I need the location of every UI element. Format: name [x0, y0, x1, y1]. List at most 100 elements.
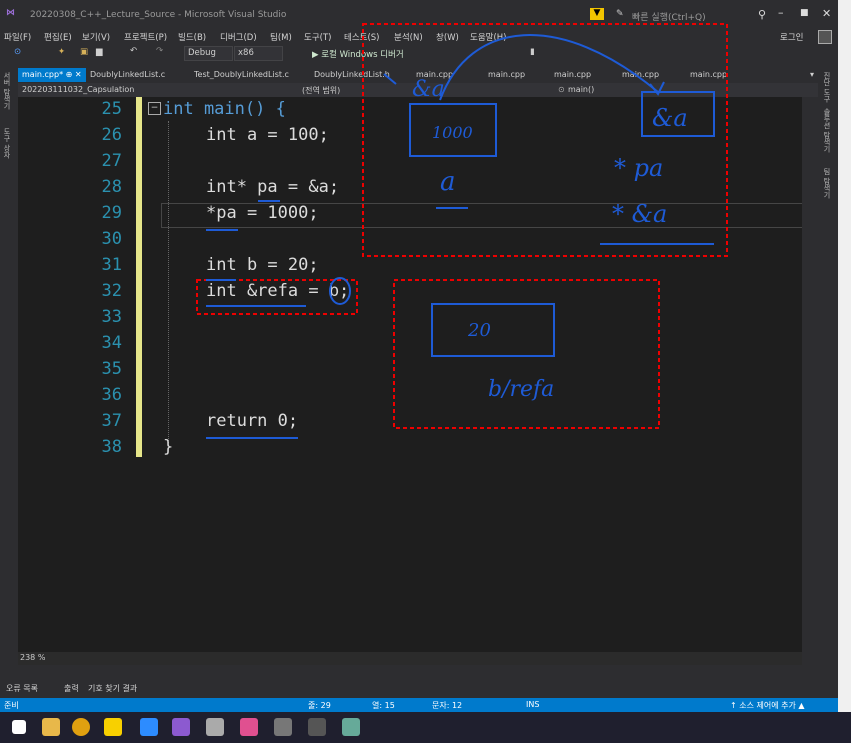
code-line: int* pa = &a; [206, 177, 340, 197]
team-explorer-tab[interactable]: 팀 탐색기 [822, 168, 832, 198]
tab-main-cpp-2[interactable]: main.cpp [416, 68, 453, 82]
kakaotalk-icon[interactable] [104, 718, 122, 736]
zoom-level[interactable]: 238 % [20, 653, 45, 662]
account-icon[interactable] [818, 30, 832, 44]
menu-analyze[interactable]: 분석(N) [394, 31, 423, 43]
bookmark-icon[interactable]: ▮ [530, 47, 535, 57]
run-debugger-button[interactable]: ▶ 로컬 Windows 디버거 [312, 48, 404, 60]
new-project-icon[interactable]: ✦ [58, 47, 65, 57]
menu-build[interactable]: 빌드(B) [178, 31, 206, 43]
close-button[interactable]: ✕ [822, 7, 831, 20]
notification-flag-icon[interactable]: ▼ [590, 8, 604, 20]
vs-logo-icon: ⋈ [6, 8, 15, 18]
search-icon[interactable]: ⚲ [758, 8, 766, 21]
windows-start-icon[interactable] [12, 720, 26, 734]
config-select[interactable]: Debug [184, 46, 233, 61]
chrome-icon[interactable] [72, 718, 90, 736]
status-column: 열: 15 [372, 701, 395, 710]
menu-window[interactable]: 창(W) [436, 31, 459, 43]
feedback-icon[interactable]: ✎ [616, 9, 624, 19]
back-icon[interactable]: ⊙ [14, 47, 21, 57]
code-line: int b = 20; [206, 255, 319, 275]
server-explorer-tab[interactable]: 서버 탐색기 [2, 72, 12, 109]
function-icon: ⊙ [558, 85, 565, 94]
status-ins: INS [526, 700, 540, 709]
calculator-icon[interactable] [274, 718, 292, 736]
menu-test[interactable]: 테스트(S) [344, 31, 380, 43]
line-number: 31 [101, 255, 122, 275]
line-number: 27 [101, 151, 122, 171]
source-control-button[interactable]: ↑ 소스 제어에 추가 ▲ [730, 700, 805, 711]
menu-tools[interactable]: 도구(T) [304, 31, 331, 43]
undo-icon[interactable]: ↶ [130, 46, 137, 56]
minimize-button[interactable]: – [778, 6, 784, 19]
toolbar: ⊙ ✦ ▣ ▆ ↶ ↷ Debug x86 ▶ 로컬 Windows 디버거 ▮ [0, 44, 838, 64]
code-line: int a = 100; [206, 125, 329, 145]
tab-doublylinkedlist-h[interactable]: DoublyLinkedList.h [314, 68, 390, 82]
line-number: 28 [101, 177, 122, 197]
app-icon[interactable] [206, 718, 224, 736]
tab-error-list[interactable]: 오류 목록 [6, 683, 38, 694]
menu-file[interactable]: 파일(F) [4, 31, 31, 43]
status-line: 줄: 29 [308, 701, 331, 710]
left-tool-strip: 서버 탐색기 도구 상자 [0, 68, 18, 668]
menu-view[interactable]: 보기(V) [82, 31, 110, 43]
code-line: } [163, 437, 174, 457]
tab-doublylinkedlist-c[interactable]: DoublyLinkedList.c [90, 68, 165, 82]
line-number: 38 [101, 437, 122, 457]
code-line: int main() { [163, 99, 286, 119]
diagnostic-tools-tab[interactable]: 진단 도구 [822, 72, 832, 102]
scope-dropdown[interactable]: (전역 범위) [302, 85, 542, 96]
open-icon[interactable]: ▣ [80, 47, 88, 57]
tab-overflow-icon[interactable]: ▾ [810, 68, 814, 82]
change-indicator-bar [136, 97, 142, 457]
function-dropdown[interactable]: main() [568, 85, 808, 94]
menu-help[interactable]: 도움말(H) [470, 31, 506, 43]
toolbox-tab[interactable]: 도구 상자 [2, 128, 12, 158]
menu-team[interactable]: 팀(M) [270, 31, 292, 43]
quick-launch-input[interactable]: 빠른 실행(Ctrl+Q) [632, 10, 706, 23]
line-number: 25 [101, 99, 122, 119]
tab-output[interactable]: 출력 [64, 683, 79, 694]
tab-main-cpp-active[interactable]: main.cpp* ⊕ ✕ [18, 68, 86, 82]
maximize-button[interactable]: ■ [800, 8, 809, 18]
line-number: 30 [101, 229, 122, 249]
login-link[interactable]: 로그인 [780, 31, 803, 43]
line-number: 33 [101, 307, 122, 327]
menu-edit[interactable]: 편집(E) [44, 31, 72, 43]
line-number: 32 [101, 281, 122, 301]
platform-select[interactable]: x86 [234, 46, 283, 61]
title-bar: ⋈ 20220308_C++_Lecture_Source - Microsof… [0, 0, 838, 28]
line-number: 26 [101, 125, 122, 145]
editor-app-icon[interactable] [342, 718, 360, 736]
right-tool-strip: 진단 도구 솔루션 탐색기 팀 탐색기 [818, 68, 838, 668]
collapse-toggle-icon[interactable]: − [148, 102, 161, 115]
menu-debug[interactable]: 디버그(D) [220, 31, 257, 43]
tool-icon[interactable] [308, 718, 326, 736]
solution-explorer-tab[interactable]: 솔루션 탐색기 [822, 108, 832, 152]
project-dropdown[interactable]: 202203111032_Capsulation [22, 85, 284, 94]
file-explorer-icon[interactable] [42, 718, 60, 736]
redo-icon[interactable]: ↷ [156, 46, 163, 56]
line-number: 35 [101, 359, 122, 379]
tab-main-cpp-6[interactable]: main.cpp [690, 68, 727, 82]
tab-main-cpp-5[interactable]: main.cpp [622, 68, 659, 82]
save-icon[interactable]: ▆ [96, 47, 103, 57]
document-tabs: main.cpp* ⊕ ✕ DoublyLinkedList.c Test_Do… [18, 68, 818, 82]
status-bar: 준비 줄: 29 열: 15 문자: 12 INS ↑ 소스 제어에 추가 ▲ [0, 698, 838, 712]
drop-app-icon[interactable] [240, 718, 258, 736]
code-editor[interactable]: − 25 26 27 28 29 30 31 32 33 34 35 36 37… [18, 97, 802, 665]
line-number: 29 [101, 203, 122, 223]
tab-main-cpp-3[interactable]: main.cpp [488, 68, 525, 82]
code-line: int &refa = b; [206, 281, 350, 301]
tab-main-cpp-4[interactable]: main.cpp [554, 68, 591, 82]
tab-find-symbol-results[interactable]: 기호 찾기 결과 [88, 683, 137, 694]
horizontal-scrollbar[interactable] [18, 652, 802, 665]
tab-test-doublylinkedlist-c[interactable]: Test_DoublyLinkedList.c [194, 68, 289, 82]
visual-studio-icon[interactable] [172, 718, 190, 736]
menu-project[interactable]: 프로젝트(P) [124, 31, 167, 43]
visual-studio-window: ⋈ 20220308_C++_Lecture_Source - Microsof… [0, 0, 838, 712]
window-title: 20220308_C++_Lecture_Source - Microsoft … [30, 10, 287, 20]
zoom-icon[interactable] [140, 718, 158, 736]
windows-taskbar [0, 712, 851, 743]
